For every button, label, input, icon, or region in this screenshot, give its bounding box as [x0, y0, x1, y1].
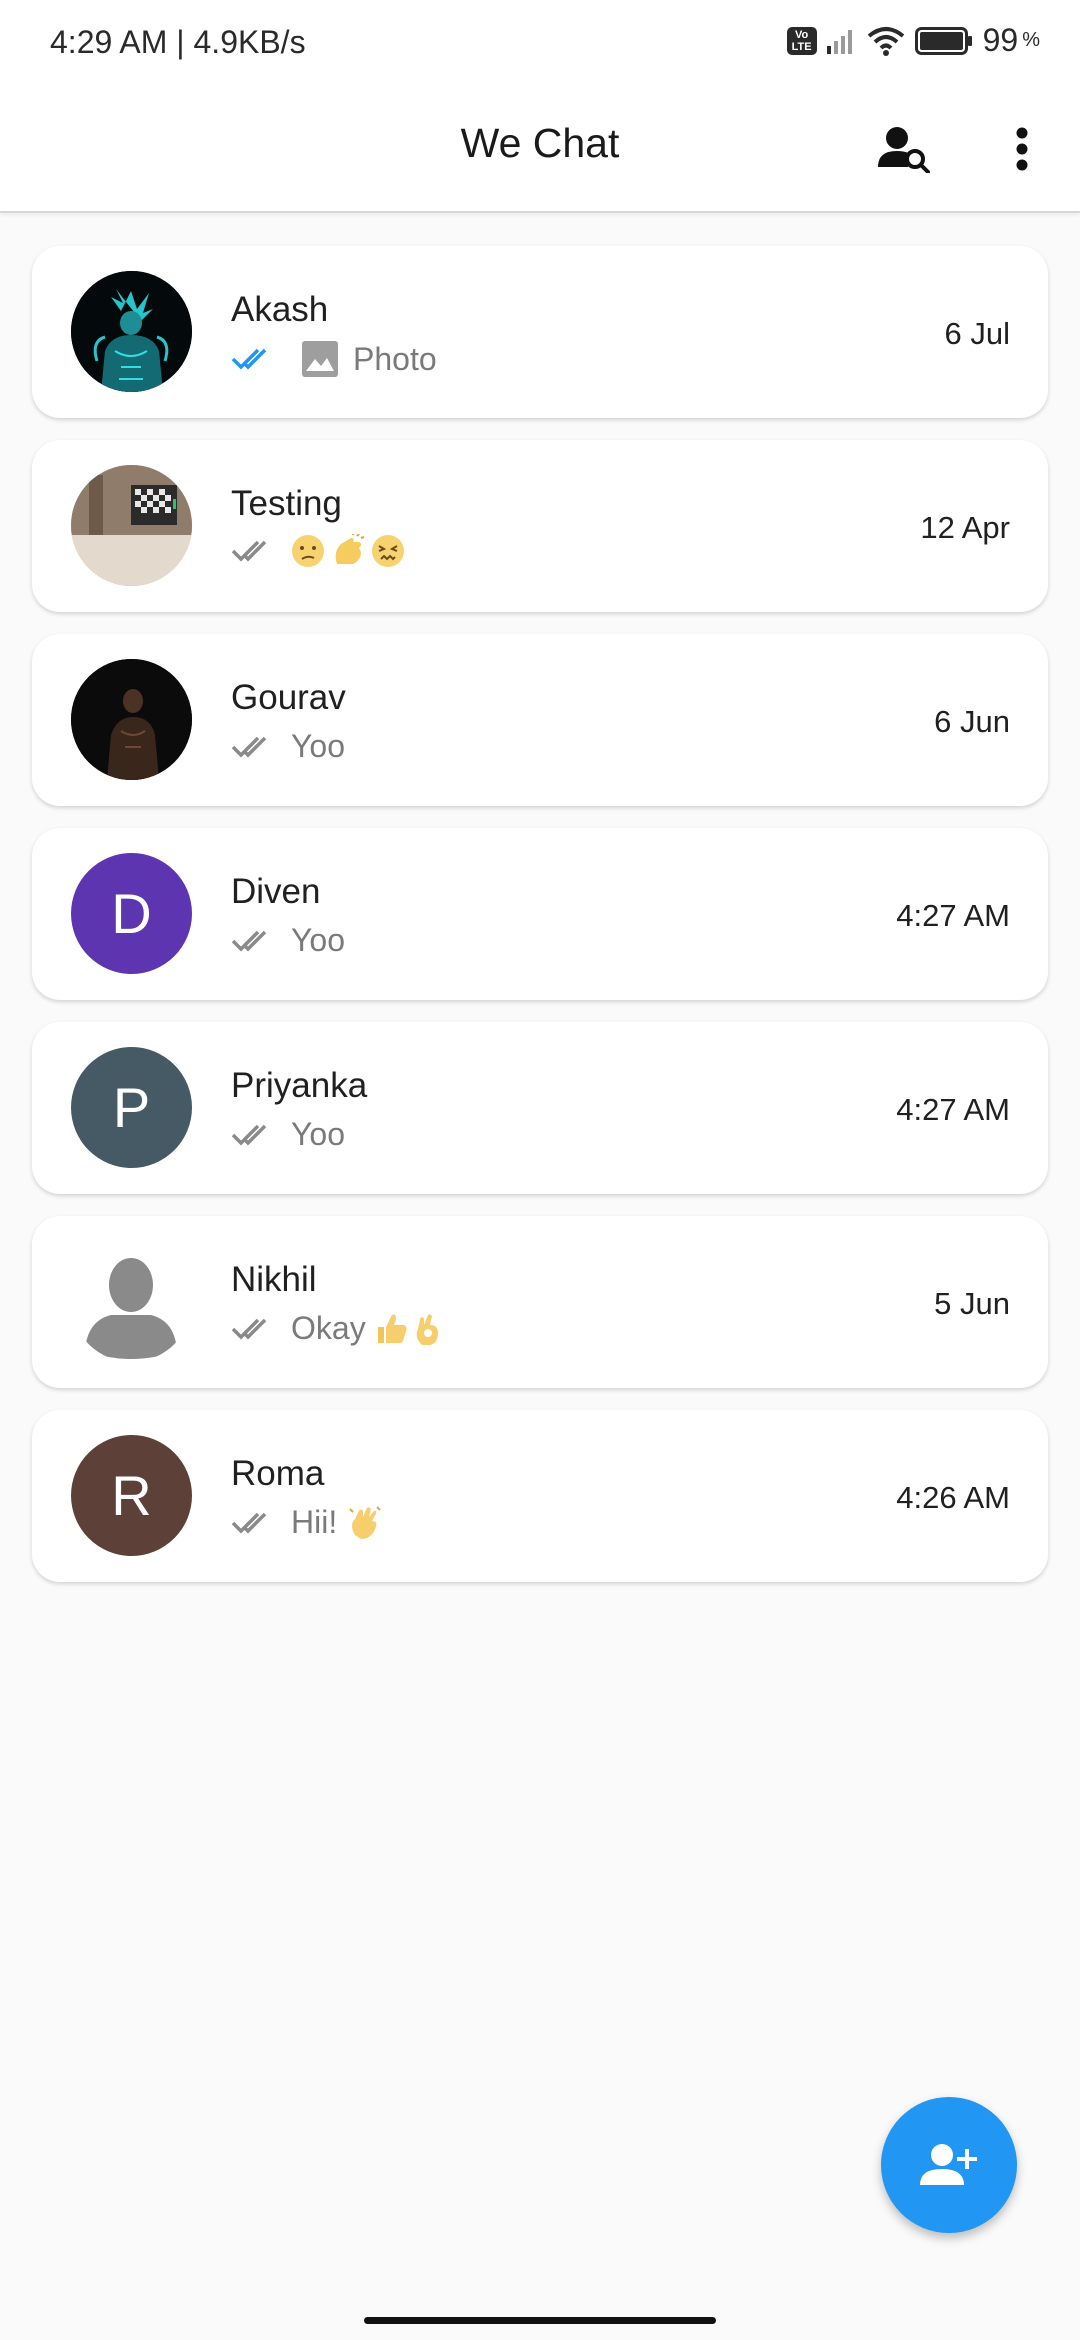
preview-text: Photo: [353, 340, 437, 377]
chat-preview: Hii!: [231, 1504, 383, 1541]
chat-name: Diven: [231, 872, 321, 911]
battery-level: 99: [982, 22, 1019, 58]
chat-preview: Yoo: [231, 1116, 345, 1153]
chat-time: 5 Jun: [934, 1286, 1010, 1321]
double-check-read-icon: [231, 348, 267, 370]
waving-hand-emoji-icon: [349, 1505, 381, 1539]
chat-time: 4:27 AM: [896, 1092, 1010, 1127]
person-search-icon: [878, 127, 930, 173]
avatar[interactable]: D: [71, 853, 192, 974]
double-check-icon: [231, 1512, 267, 1533]
volte-icon: Vo LTE: [786, 26, 817, 55]
double-check-icon: [231, 540, 267, 562]
avatar[interactable]: [71, 271, 192, 392]
avatar-photo-icon: [71, 659, 192, 780]
preview-text: Hii!: [291, 1504, 338, 1540]
battery-icon: [914, 26, 972, 55]
thumbs-up-emoji-icon: [377, 1314, 407, 1343]
status-bar: 4:29 AM | 4.9KB/s Vo LTE 99 %: [0, 0, 1080, 86]
chat-preview: Photo: [231, 340, 437, 378]
preview-text: Yoo: [291, 1116, 345, 1152]
chat-item-roma[interactable]: R Roma Hii! 4:26 AM: [32, 1410, 1048, 1582]
avatar[interactable]: [71, 659, 192, 780]
chat-time: 4:26 AM: [896, 1480, 1010, 1515]
add-user-button[interactable]: [881, 2097, 1017, 2233]
avatar[interactable]: P: [71, 1047, 192, 1168]
clapping-hands-emoji-icon: [335, 534, 365, 564]
chat-time: 4:27 AM: [896, 898, 1010, 933]
double-check-icon: [231, 736, 267, 757]
wifi-icon: [867, 26, 904, 56]
preview-text: Yoo: [291, 728, 345, 764]
chat-time: 12 Apr: [920, 510, 1010, 545]
battery-unit: %: [1022, 29, 1040, 51]
chat-item-priyanka[interactable]: P Priyanka Yoo 4:27 AM: [32, 1022, 1048, 1194]
chat-time: 6 Jun: [934, 704, 1010, 739]
more-vert-icon: [1016, 127, 1028, 171]
chat-item-testing[interactable]: Testing 12 Apr: [32, 440, 1048, 612]
image-icon: [302, 341, 338, 377]
avatar[interactable]: [71, 1241, 192, 1362]
avatar-photo-icon: [71, 271, 192, 392]
chat-preview: Okay: [231, 1310, 444, 1347]
search-user-button[interactable]: [869, 114, 939, 184]
more-options-button[interactable]: [987, 114, 1057, 184]
status-icons: Vo LTE 99 %: [786, 22, 1040, 59]
chat-name: Nikhil: [231, 1260, 317, 1299]
preview-text: Yoo: [291, 922, 345, 958]
chat-time: 6 Jul: [944, 316, 1010, 351]
person-placeholder-icon: [85, 1258, 177, 1359]
chat-name: Roma: [231, 1454, 325, 1493]
chat-name: Priyanka: [231, 1066, 368, 1105]
chat-item-nikhil[interactable]: Nikhil Okay 5 Jun: [32, 1216, 1048, 1388]
avatar[interactable]: [71, 465, 192, 586]
double-check-icon: [231, 930, 267, 951]
double-check-icon: [231, 1124, 267, 1145]
chat-name: Testing: [231, 484, 342, 523]
chat-name: Gourav: [231, 678, 346, 717]
chat-preview: [231, 534, 405, 568]
avatar-initial: R: [111, 1464, 152, 1527]
preview-text: Okay: [291, 1310, 366, 1346]
chat-name: Akash: [231, 290, 329, 329]
ok-hand-emoji-icon: [416, 1313, 438, 1345]
confused-face-emoji-icon: [292, 535, 324, 567]
chat-item-diven[interactable]: D Diven Yoo 4:27 AM: [32, 828, 1048, 1000]
chat-list: Akash Photo 6 Jul Testing 12 Apr Gourav …: [32, 246, 1048, 1604]
chat-preview: Yoo: [231, 922, 345, 959]
chat-item-gourav[interactable]: Gourav Yoo 6 Jun: [32, 634, 1048, 806]
avatar-photo-icon: [71, 465, 192, 586]
avatar-initial: D: [111, 882, 152, 945]
persevering-face-emoji-icon: [372, 535, 404, 567]
chat-item-akash[interactable]: Akash Photo 6 Jul: [32, 246, 1048, 418]
signal-icon: [826, 29, 852, 54]
gesture-nav-handle[interactable]: [364, 2317, 716, 2324]
status-time-speed: 4:29 AM | 4.9KB/s: [50, 24, 306, 60]
double-check-icon: [231, 1318, 267, 1339]
app-bar: We Chat: [0, 86, 1080, 213]
add-person-icon: [920, 2144, 977, 2185]
avatar[interactable]: R: [71, 1435, 192, 1556]
avatar-initial: P: [112, 1076, 151, 1139]
chat-preview: Yoo: [231, 728, 345, 765]
